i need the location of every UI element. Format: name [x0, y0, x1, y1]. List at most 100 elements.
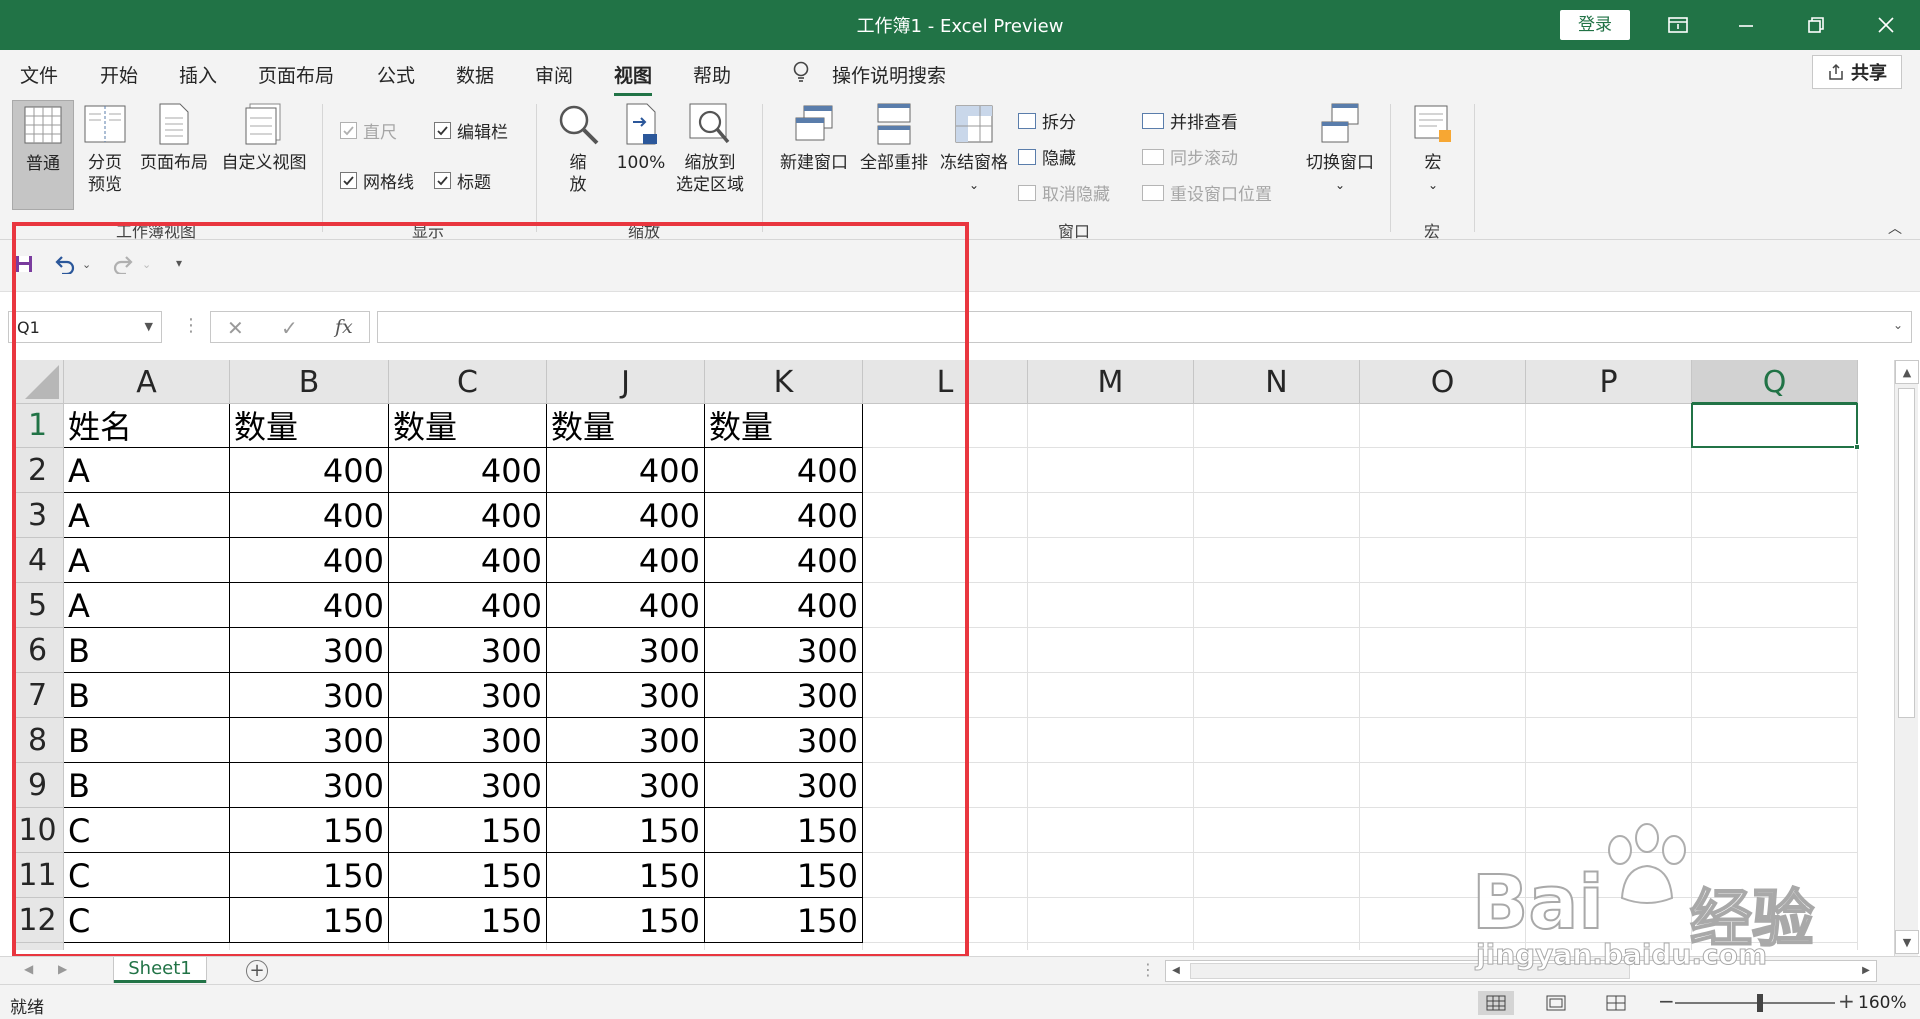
cell-q6[interactable] [1692, 628, 1858, 673]
cell-o5[interactable] [1360, 583, 1526, 628]
headings-checkbox[interactable]: 标题 [434, 168, 491, 193]
zoom-100-button[interactable]: 100% [614, 100, 668, 174]
row-header[interactable]: 8 [12, 718, 64, 763]
cell-l7[interactable] [863, 673, 1028, 718]
add-sheet-icon[interactable]: + [246, 960, 268, 982]
name-box[interactable]: Q1 ▼ [8, 311, 162, 343]
collapse-ribbon-icon[interactable]: ︿ [1888, 218, 1902, 238]
cell-l12[interactable] [863, 898, 1028, 943]
column-header-l[interactable]: L [863, 360, 1028, 404]
hide-button[interactable]: 隐藏 [1018, 144, 1076, 169]
row-header[interactable]: 12 [12, 898, 64, 943]
zoom-slider-track[interactable] [1675, 1002, 1835, 1004]
cell-n10[interactable] [1194, 808, 1360, 853]
normal-view-status-icon[interactable] [1478, 991, 1514, 1015]
cell-q9[interactable] [1692, 763, 1858, 808]
cell-q3[interactable] [1692, 493, 1858, 538]
row-header[interactable]: 1 [12, 404, 64, 448]
cell-b2[interactable]: 400 [230, 448, 389, 493]
cell-b12[interactable]: 150 [230, 898, 389, 943]
cell-m1[interactable] [1028, 404, 1194, 448]
cell-m6[interactable] [1028, 628, 1194, 673]
customize-qat-icon[interactable]: ▾ [176, 256, 182, 270]
cell-q8[interactable] [1692, 718, 1858, 763]
cell-b11[interactable]: 150 [230, 853, 389, 898]
split-button[interactable]: 拆分 [1018, 108, 1076, 133]
cell-n6[interactable] [1194, 628, 1360, 673]
cell-a4[interactable]: A [64, 538, 230, 583]
cell-m11[interactable] [1028, 853, 1194, 898]
cell-k8[interactable]: 300 [705, 718, 863, 763]
horizontal-scroll-thumb[interactable] [1190, 963, 1630, 979]
cell-p11[interactable] [1526, 853, 1692, 898]
spreadsheet-grid[interactable]: A B C J K L M N O P Q 1 姓名 数量 数量 数量 数量 2 A 400 400 400 400 3 A 40… [12, 360, 1896, 950]
cell-a6[interactable]: B [64, 628, 230, 673]
cell-j4[interactable]: 400 [547, 538, 705, 583]
column-header-j[interactable]: J [547, 360, 705, 404]
cell-o10[interactable] [1360, 808, 1526, 853]
insert-function-icon[interactable]: fx [335, 316, 353, 338]
tab-file[interactable]: 文件 [20, 61, 58, 88]
formula-bar-checkbox[interactable]: 编辑栏 [434, 118, 508, 143]
cell-l6[interactable] [863, 628, 1028, 673]
cell-l9[interactable] [863, 763, 1028, 808]
cell-a12[interactable]: C [64, 898, 230, 943]
cell-n13[interactable] [1194, 943, 1360, 950]
cell-o9[interactable] [1360, 763, 1526, 808]
cell-n5[interactable] [1194, 583, 1360, 628]
row-header[interactable]: 2 [12, 448, 64, 493]
cell-p7[interactable] [1526, 673, 1692, 718]
row-header[interactable]: 6 [12, 628, 64, 673]
cell-m10[interactable] [1028, 808, 1194, 853]
cell-q4[interactable] [1692, 538, 1858, 583]
page-layout-status-icon[interactable] [1538, 991, 1574, 1015]
cell-k11[interactable]: 150 [705, 853, 863, 898]
cell-c6[interactable]: 300 [389, 628, 547, 673]
cell-j10[interactable]: 150 [547, 808, 705, 853]
cell-m7[interactable] [1028, 673, 1194, 718]
cell-p3[interactable] [1526, 493, 1692, 538]
select-all-button[interactable] [12, 360, 64, 404]
macros-button[interactable]: 宏 ⌄ [1408, 100, 1458, 196]
redo-icon[interactable] [110, 254, 136, 279]
cell-b7[interactable]: 300 [230, 673, 389, 718]
tab-help[interactable]: 帮助 [693, 61, 731, 88]
cell-c3[interactable]: 400 [389, 493, 547, 538]
tab-review[interactable]: 审阅 [535, 61, 573, 88]
row-header[interactable]: 7 [12, 673, 64, 718]
tab-insert[interactable]: 插入 [179, 61, 217, 88]
cell-k3[interactable]: 400 [705, 493, 863, 538]
cell-l5[interactable] [863, 583, 1028, 628]
cell-m12[interactable] [1028, 898, 1194, 943]
column-header-o[interactable]: O [1360, 360, 1526, 404]
cell-c12[interactable]: 150 [389, 898, 547, 943]
cell-j2[interactable]: 400 [547, 448, 705, 493]
cell-q2[interactable] [1692, 448, 1858, 493]
cell-l11[interactable] [863, 853, 1028, 898]
cell-n9[interactable] [1194, 763, 1360, 808]
cell-j8[interactable]: 300 [547, 718, 705, 763]
cell-c9[interactable]: 300 [389, 763, 547, 808]
cancel-entry-icon[interactable]: ✕ [227, 316, 244, 340]
cell-n11[interactable] [1194, 853, 1360, 898]
cell-c8[interactable]: 300 [389, 718, 547, 763]
freeze-panes-button[interactable]: 冻结窗格 ⌄ [936, 100, 1012, 196]
ribbon-display-options-icon[interactable] [1648, 8, 1708, 42]
tab-home[interactable]: 开始 [100, 61, 138, 88]
expand-formula-bar-icon[interactable]: ⌄ [1893, 318, 1903, 332]
cell-k1[interactable]: 数量 [705, 404, 863, 448]
cell-l8[interactable] [863, 718, 1028, 763]
cell-a3[interactable]: A [64, 493, 230, 538]
cell-c7[interactable]: 300 [389, 673, 547, 718]
cell-k9[interactable]: 300 [705, 763, 863, 808]
cell-b6[interactable]: 300 [230, 628, 389, 673]
cell-j12[interactable]: 150 [547, 898, 705, 943]
cell-n8[interactable] [1194, 718, 1360, 763]
column-header-a[interactable]: A [64, 360, 230, 404]
cell-c1[interactable]: 数量 [389, 404, 547, 448]
reset-window-position-button[interactable]: 重设窗口位置 [1142, 180, 1272, 205]
vertical-scrollbar[interactable]: ▲ ▼ [1894, 360, 1919, 956]
horizontal-scrollbar[interactable]: ◀ ▶ [1165, 960, 1877, 982]
cell-p2[interactable] [1526, 448, 1692, 493]
tab-formulas[interactable]: 公式 [377, 61, 415, 88]
